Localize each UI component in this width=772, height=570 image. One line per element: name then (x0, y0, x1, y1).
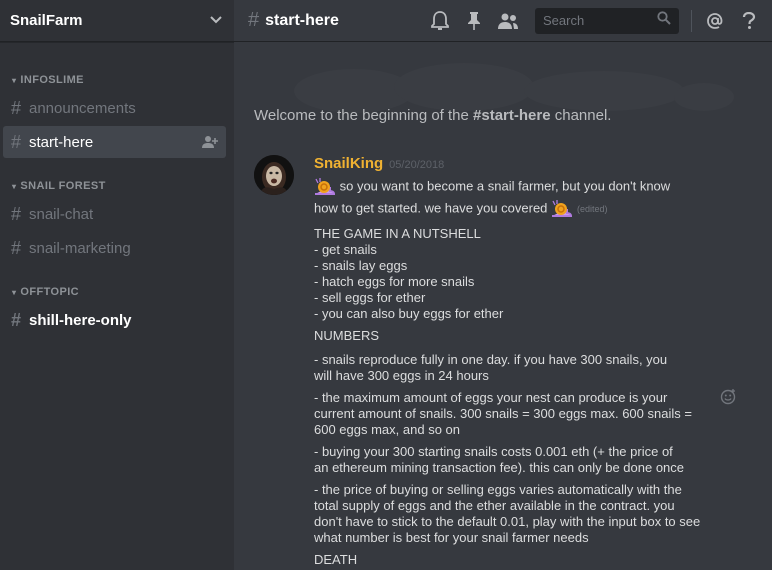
category-snail-forest[interactable]: ▾ SNAIL FOREST (0, 178, 234, 194)
message-line: - the maximum amount of eggs your nest c… (314, 390, 668, 405)
category-offtopic[interactable]: ▾ OFFTOPIC (0, 284, 234, 300)
add-reaction-icon[interactable] (720, 389, 736, 405)
category-infoslime[interactable]: ▾ INFOSLIME (0, 72, 234, 88)
message-line: - snails reproduce fully in one day. if … (314, 352, 668, 367)
message-line: total supply of eggs and the ether avail… (314, 498, 675, 513)
list-item: - snails lay eggs (314, 258, 408, 273)
hash-icon: # (11, 131, 22, 152)
server-header[interactable]: SnailFarm (0, 0, 234, 42)
snail-emoji-icon (315, 178, 336, 195)
category-label: SNAIL FOREST (20, 180, 106, 192)
category-label: INFOSLIME (20, 74, 84, 86)
channel-start-here[interactable]: # start-here (3, 126, 226, 158)
section-heading: NUMBERS (314, 328, 380, 343)
message-line: an ethereum mining transaction fee). thi… (314, 460, 685, 475)
add-user-icon[interactable] (202, 135, 218, 149)
category-label: OFFTOPIC (20, 286, 80, 298)
list-item: - get snails (314, 242, 377, 257)
chevron-down-icon[interactable] (210, 15, 222, 27)
members-icon[interactable] (497, 10, 519, 32)
channel-snail-marketing[interactable]: # snail-marketing (3, 232, 226, 264)
list-item: - sell eggs for ether (314, 290, 426, 305)
snail-emoji-icon (552, 200, 573, 217)
header-toolbar (429, 7, 760, 34)
category-collapse-icon: ▾ (12, 287, 17, 297)
hash-icon: # (11, 237, 22, 258)
message-line: 600 eggs max, and so on (314, 422, 460, 437)
channel-list: ▾ INFOSLIME # announcements # start-here… (0, 42, 234, 336)
channel-welcome: Welcome to the beginning of the #start-h… (254, 107, 611, 124)
channel-shill-here-only[interactable]: # shill-here-only (3, 304, 226, 336)
chat-area: Welcome to the beginning of the #start-h… (234, 43, 772, 570)
message-line: current amount of snails. 300 snails = 3… (314, 406, 692, 421)
channel-label: snail-marketing (29, 239, 131, 257)
message-line: - buying your 300 starting snails costs … (314, 444, 673, 459)
channel-header: # start-here (234, 0, 772, 42)
search-input[interactable] (543, 13, 657, 28)
message-line: don't have to stick to the default 0.01,… (314, 514, 701, 529)
pin-icon[interactable] (463, 10, 485, 32)
hash-icon: # (248, 9, 260, 31)
section-heading: DEATH (314, 552, 358, 567)
bell-icon[interactable] (429, 10, 451, 32)
message-header: SnailKing 05/20/2018 (314, 155, 754, 173)
message-line: - the price of buying or selling eggs va… (314, 482, 682, 497)
list-item: - hatch eggs for more snails (314, 274, 475, 289)
message-line: will have 300 eggs in 24 hours (314, 368, 489, 383)
welcome-text: Welcome to the beginning of the (254, 107, 474, 124)
welcome-text-suffix: channel. (550, 107, 612, 124)
channel-label: snail-chat (29, 205, 94, 223)
message-line: how to get started. we have you covered … (314, 200, 754, 218)
message-body: SnailKing 05/20/2018 so you want to beco… (314, 155, 754, 568)
channel-label: start-here (29, 133, 94, 151)
list-item: - you can also buy eggs for ether (314, 306, 504, 321)
server-name: SnailFarm (10, 12, 83, 29)
avatar[interactable] (254, 155, 294, 195)
hash-icon: # (11, 203, 22, 224)
search-icon[interactable] (657, 11, 671, 30)
welcome-channel: #start-here (473, 107, 551, 124)
message-text: so you want to become a snail farmer, bu… (336, 178, 671, 194)
mention-icon[interactable] (704, 10, 726, 32)
toolbar-divider (691, 9, 692, 32)
category-collapse-icon: ▾ (12, 181, 17, 191)
category-collapse-icon: ▾ (12, 75, 17, 85)
help-icon[interactable] (738, 10, 760, 32)
channel-announcements[interactable]: # announcements (3, 92, 226, 124)
message-text: how to get started. we have you covered (314, 200, 552, 216)
channel-sidebar: SnailFarm ▾ INFOSLIME # announcements # … (0, 0, 234, 570)
hash-icon: # (11, 97, 22, 118)
channel-label: shill-here-only (29, 311, 132, 329)
channel-title: start-here (265, 11, 339, 29)
author-name[interactable]: SnailKing (314, 155, 383, 172)
edited-label: (edited) (577, 204, 608, 215)
search-box[interactable] (535, 7, 679, 34)
section-heading: THE GAME IN A NUTSHELL (314, 226, 481, 241)
timestamp: 05/20/2018 (389, 159, 445, 171)
channel-label: announcements (29, 99, 136, 117)
channel-snail-chat[interactable]: # snail-chat (3, 198, 226, 230)
message-line: so you want to become a snail farmer, bu… (314, 178, 754, 196)
hash-icon: # (11, 309, 22, 330)
message-line: what number is best for your snail farme… (314, 530, 589, 545)
